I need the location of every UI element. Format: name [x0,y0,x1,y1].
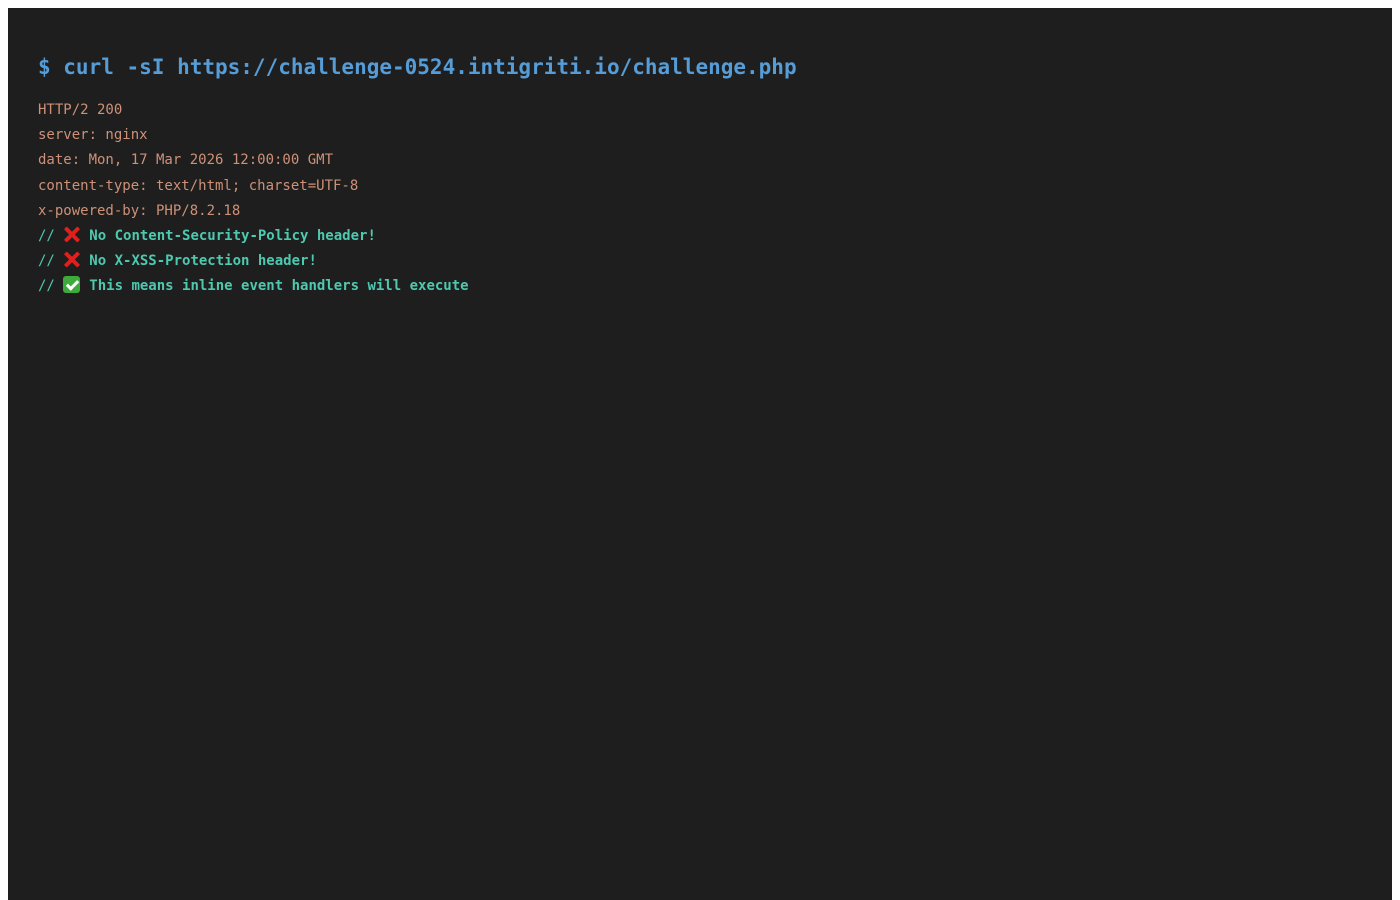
comment-prefix: // [38,228,64,245]
comment-text: No X-XSS-Protection header! [89,253,317,270]
comment-text: No Content-Security-Policy header! [89,228,376,245]
comment-line-no-xss-protection: // No X-XSS-Protection header! [38,249,1362,274]
comment-prefix: // [38,253,64,270]
comment-line-inline-handlers: // This means inline event handlers will… [38,274,1362,299]
command-line: $ curl -sI https://challenge-0524.intigr… [38,55,797,79]
comment-text: This means inline event handlers will ex… [89,278,469,295]
comment-prefix: // [38,278,64,295]
x-powered-by-header: x-powered-by: PHP/8.2.18 [38,202,241,219]
cross-mark-icon [63,226,80,243]
date-header: date: Mon, 17 Mar 2026 12:00:00 GMT [38,152,334,169]
check-mark-icon [63,276,81,294]
response-output: HTTP/2 200 server: nginx date: Mon, 17 M… [38,98,1362,300]
server-header: server: nginx [38,127,148,144]
cross-mark-icon [63,251,80,268]
comment-line-no-csp: // No Content-Security-Policy header! [38,224,1362,249]
content-type-header: content-type: text/html; charset=UTF-8 [38,177,359,194]
response-status-line: HTTP/2 200 [38,102,123,118]
terminal-window: $ curl -sI https://challenge-0524.intigr… [8,8,1392,900]
